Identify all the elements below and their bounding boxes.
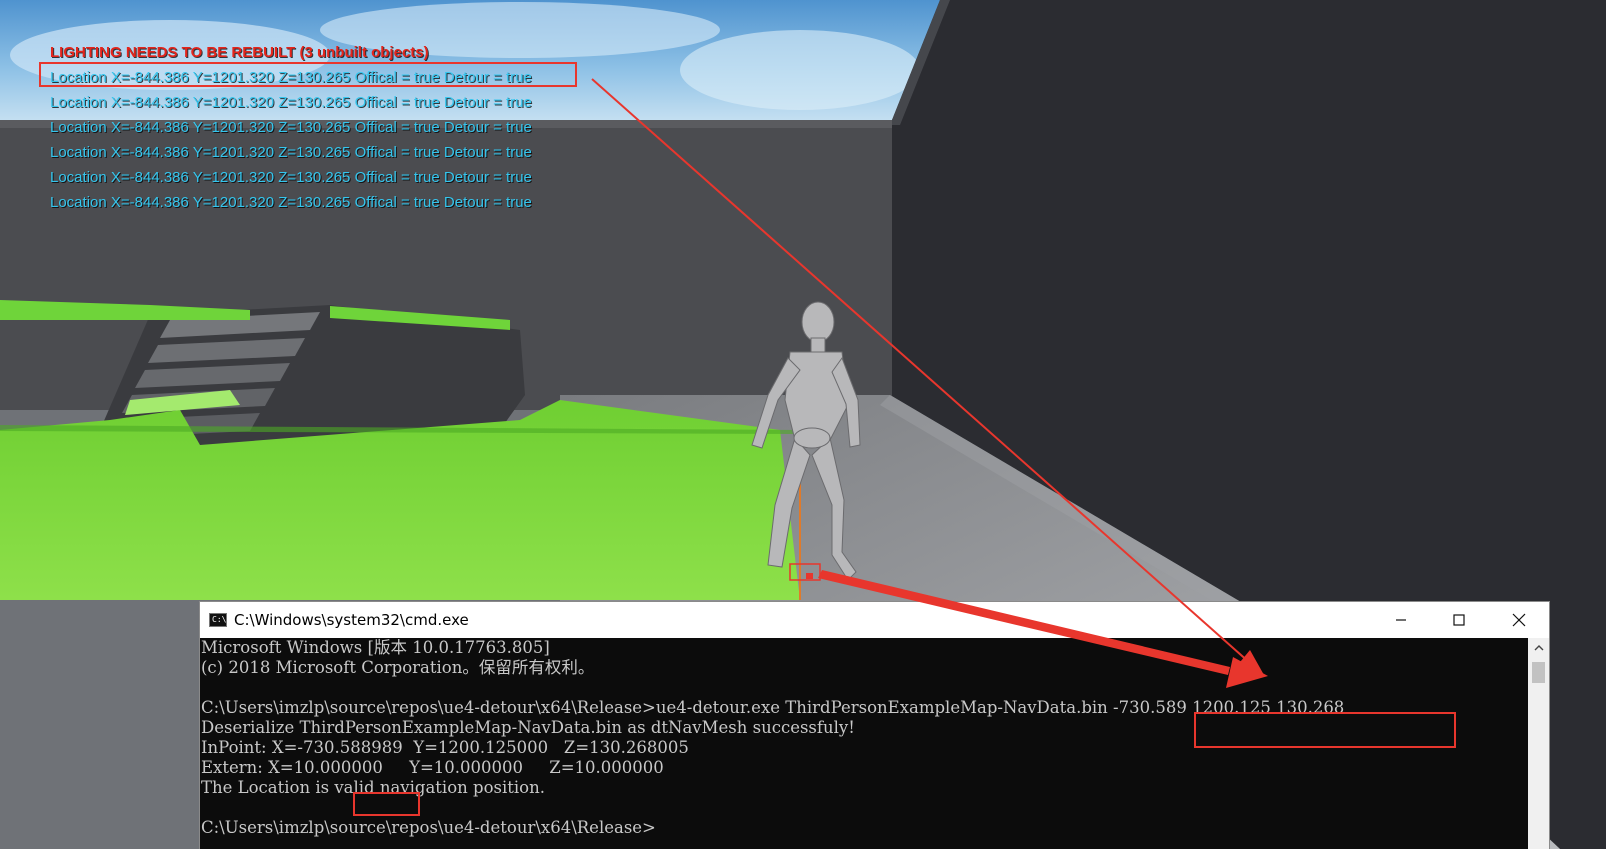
location-debug-line: Location X=-844.386 Y=1201.320 Z=130.265… (50, 144, 532, 161)
console-prompt-line: C:\Users\imzlp\source\repos\ue4-detour\x… (201, 818, 656, 837)
console-line: Extern: X=10.000000 Y=10.000000 Z=10.000… (201, 758, 664, 777)
scroll-thumb[interactable] (1532, 662, 1545, 683)
console-line: Microsoft Windows [版本 10.0.17763.805] (201, 638, 550, 657)
minimize-button[interactable] (1372, 602, 1430, 638)
console-icon: C:\ (209, 613, 227, 627)
location-debug-line: Location X=-844.386 Y=1201.320 Z=130.265… (50, 94, 532, 111)
location-debug-line: Location X=-844.386 Y=1201.320 Z=130.265… (50, 169, 532, 186)
cmd-window[interactable]: C:\ C:\Windows\system32\cmd.exe Microsof… (199, 601, 1550, 849)
cmd-window-title: C:\Windows\system32\cmd.exe (234, 611, 469, 629)
location-debug-line: Location X=-844.386 Y=1201.320 Z=130.265… (50, 119, 532, 136)
annotation-highlight-hud-line (39, 62, 577, 87)
console-line: (c) 2018 Microsoft Corporation。保留所有权利。 (201, 658, 595, 677)
maximize-button[interactable] (1430, 602, 1488, 638)
cmd-scrollbar[interactable] (1528, 638, 1549, 849)
console-output[interactable]: Microsoft Windows [版本 10.0.17763.805] (c… (200, 638, 1528, 849)
scroll-up-button[interactable] (1528, 638, 1549, 658)
minimize-icon (1396, 619, 1406, 621)
annotation-highlight-coordinates (1194, 712, 1456, 748)
chevron-up-icon (1534, 645, 1543, 651)
maximize-icon (1453, 614, 1465, 626)
location-debug-line: Location X=-844.386 Y=1201.320 Z=130.265… (50, 194, 532, 211)
annotation-highlight-valid (353, 792, 420, 816)
close-icon (1512, 613, 1526, 627)
close-button[interactable] (1490, 602, 1548, 638)
cmd-titlebar[interactable]: C:\ C:\Windows\system32\cmd.exe (200, 602, 1549, 638)
